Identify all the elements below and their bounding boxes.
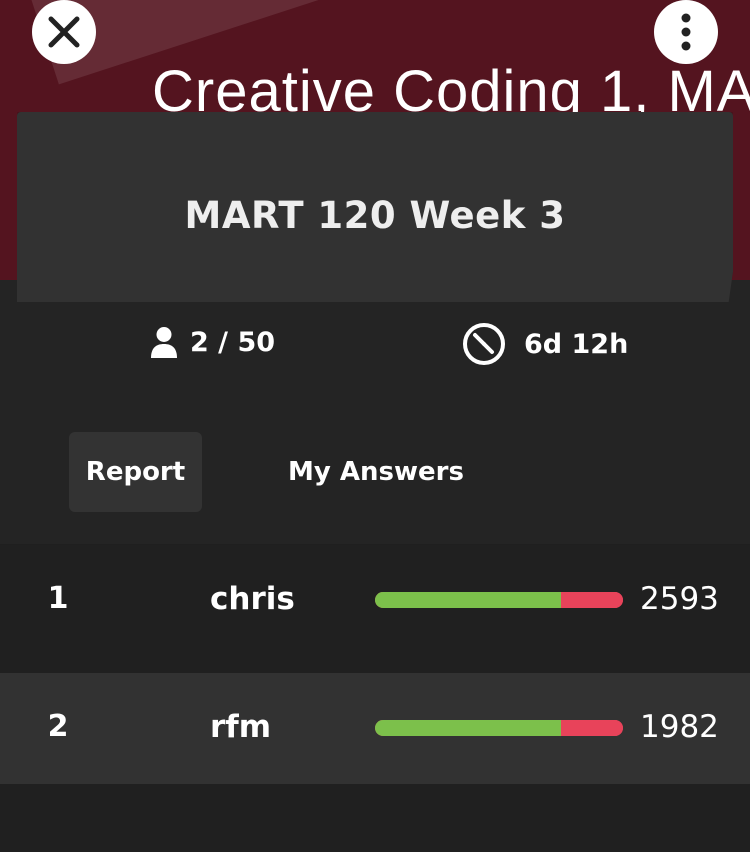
close-button[interactable] xyxy=(32,0,96,64)
incorrect-portion xyxy=(561,720,623,736)
timer-icon xyxy=(463,323,505,365)
empty-list-area xyxy=(0,784,750,852)
player-score: 2593 xyxy=(640,581,719,617)
incorrect-portion xyxy=(561,592,623,608)
player-score: 1982 xyxy=(640,709,719,745)
player-name: rfm xyxy=(210,709,272,745)
leaderboard-row[interactable]: 1 chris 2593 xyxy=(0,545,750,673)
close-icon xyxy=(48,16,80,48)
tab-my-answers[interactable]: My Answers xyxy=(276,432,476,512)
time-remaining-text: 6d 12h xyxy=(524,328,629,360)
quiz-title: MART 120 Week 3 xyxy=(184,194,566,237)
person-icon xyxy=(151,327,177,358)
player-name: chris xyxy=(210,581,295,617)
player-count-text: 2 / 50 xyxy=(190,326,276,358)
rank-number: 1 xyxy=(47,581,69,616)
more-options-button[interactable] xyxy=(654,0,718,64)
quiz-title-card: MART 120 Week 3 xyxy=(17,112,733,302)
answer-accuracy-bar xyxy=(375,720,623,736)
time-remaining: 6d 12h xyxy=(462,322,628,366)
player-count: 2 / 50 xyxy=(150,326,275,358)
correct-portion xyxy=(375,592,561,608)
more-vertical-icon xyxy=(681,13,691,51)
leaderboard-row[interactable]: 2 rfm 1982 xyxy=(0,673,750,784)
tab-report[interactable]: Report xyxy=(69,432,202,512)
rank-number: 2 xyxy=(47,709,69,744)
correct-portion xyxy=(375,720,561,736)
answer-accuracy-bar xyxy=(375,592,623,608)
